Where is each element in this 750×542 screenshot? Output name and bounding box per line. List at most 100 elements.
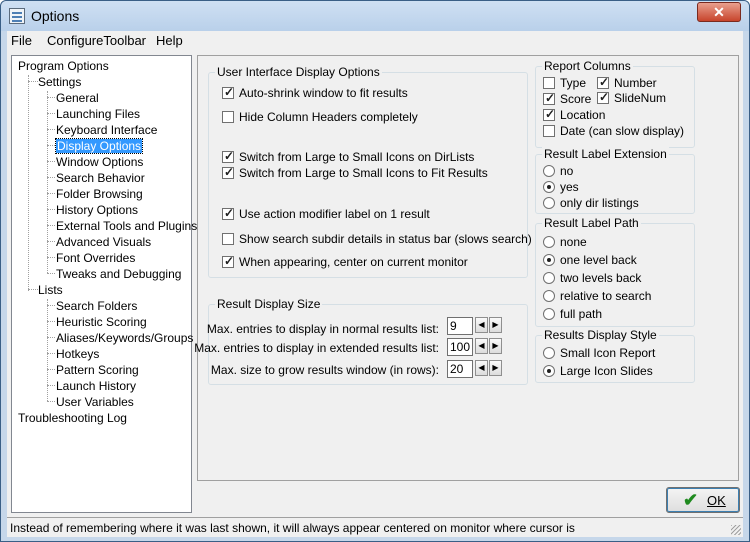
checkbox-box[interactable] bbox=[222, 149, 234, 163]
column-number-checkbox[interactable]: Number bbox=[597, 75, 657, 90]
tree-item-hotkeys[interactable]: Hotkeys bbox=[56, 347, 99, 361]
checkbox-label: Auto-shrink window to fit results bbox=[239, 86, 408, 100]
radio-button[interactable] bbox=[543, 347, 555, 359]
path-relative-radio[interactable]: relative to search bbox=[543, 289, 651, 303]
tree-item-keyboard-interface[interactable]: Keyboard Interface bbox=[56, 123, 157, 137]
ok-button-label: OK bbox=[707, 493, 726, 508]
extension-no-radio[interactable]: no bbox=[543, 164, 573, 178]
tree-item-settings[interactable]: Settings bbox=[38, 75, 81, 89]
checkbox-box[interactable] bbox=[597, 90, 609, 104]
results-display-style-group: Results Display Style Small Icon Report … bbox=[535, 328, 695, 383]
checkbox-box[interactable] bbox=[222, 254, 234, 268]
path-full-radio[interactable]: full path bbox=[543, 307, 602, 321]
path-none-radio[interactable]: none bbox=[543, 235, 587, 249]
column-date-checkbox[interactable]: Date (can slow display) bbox=[543, 124, 684, 138]
radio-button[interactable] bbox=[543, 290, 555, 302]
path-two-levels-radio[interactable]: two levels back bbox=[543, 271, 641, 285]
title-bar[interactable]: Options ✕ bbox=[1, 1, 749, 31]
resize-grip-icon[interactable] bbox=[731, 525, 741, 535]
client-area: Program Options Settings General Launchi… bbox=[7, 51, 743, 517]
tree-item-search-folders[interactable]: Search Folders bbox=[56, 299, 137, 313]
ui-display-options-title: User Interface Display Options bbox=[215, 65, 382, 79]
tree-item-launch-history[interactable]: Launch History bbox=[56, 379, 136, 393]
radio-button[interactable] bbox=[543, 197, 555, 209]
tree-item-troubleshooting-log[interactable]: Troubleshooting Log bbox=[18, 411, 127, 425]
tree-item-font-overrides[interactable]: Font Overrides bbox=[56, 251, 135, 265]
checkbox-label: SlideNum bbox=[614, 91, 667, 105]
ok-button[interactable]: ✔ OK bbox=[666, 487, 740, 513]
tree-item-lists[interactable]: Lists bbox=[38, 283, 63, 297]
checkbox-box[interactable] bbox=[543, 107, 555, 121]
extended-entries-decrement[interactable]: ◀ bbox=[475, 338, 488, 354]
tree-item-external-tools[interactable]: External Tools and Plugins bbox=[56, 219, 197, 233]
style-small-icon-radio[interactable]: Small Icon Report bbox=[543, 346, 655, 360]
tree-item-display-options[interactable]: Display Options bbox=[54, 138, 144, 154]
style-large-icon-radio[interactable]: Large Icon Slides bbox=[543, 364, 653, 378]
column-type-checkbox[interactable]: Type bbox=[543, 76, 586, 90]
extension-only-dir-radio[interactable]: only dir listings bbox=[543, 196, 639, 210]
menu-help[interactable]: Help bbox=[156, 33, 183, 48]
checkbox-box[interactable] bbox=[597, 75, 609, 89]
tree-item-launching-files[interactable]: Launching Files bbox=[56, 107, 140, 121]
tree-item-window-options[interactable]: Window Options bbox=[56, 155, 143, 169]
auto-shrink-checkbox[interactable]: Auto-shrink window to fit results bbox=[222, 85, 408, 100]
checkbox-label: Type bbox=[560, 76, 587, 90]
radio-label: none bbox=[560, 235, 587, 249]
action-modifier-label-checkbox[interactable]: Use action modifier label on 1 result bbox=[222, 206, 430, 221]
checkbox-box[interactable] bbox=[222, 165, 234, 179]
tree-item-user-variables[interactable]: User Variables bbox=[56, 395, 134, 409]
menu-configure-toolbar[interactable]: ConfigureToolbar bbox=[47, 33, 146, 48]
checkbox-box[interactable] bbox=[222, 85, 234, 99]
checkbox-box[interactable] bbox=[222, 233, 234, 245]
radio-button[interactable] bbox=[543, 365, 555, 377]
normal-entries-field[interactable]: 9 bbox=[447, 317, 473, 335]
radio-button[interactable] bbox=[543, 272, 555, 284]
tree-item-history-options[interactable]: History Options bbox=[56, 203, 138, 217]
tree-item-general[interactable]: General bbox=[56, 91, 99, 105]
window-rows-increment[interactable]: ▶ bbox=[489, 360, 502, 376]
column-location-checkbox[interactable]: Location bbox=[543, 107, 605, 122]
tree-item-search-behavior[interactable]: Search Behavior bbox=[56, 171, 145, 185]
checkbox-box[interactable] bbox=[222, 111, 234, 123]
checkbox-box[interactable] bbox=[543, 91, 555, 105]
normal-entries-decrement[interactable]: ◀ bbox=[475, 317, 488, 333]
tree-item-pattern-scoring[interactable]: Pattern Scoring bbox=[56, 363, 139, 377]
tree-item-heuristic-scoring[interactable]: Heuristic Scoring bbox=[56, 315, 147, 329]
checkmark-icon: ✔ bbox=[683, 490, 699, 510]
extended-entries-increment[interactable]: ▶ bbox=[489, 338, 502, 354]
report-columns-group: Report Columns Type Number Score SlideNu… bbox=[535, 59, 695, 148]
extension-yes-radio[interactable]: yes bbox=[543, 180, 579, 194]
radio-button[interactable] bbox=[543, 181, 555, 193]
close-button[interactable]: ✕ bbox=[697, 2, 741, 22]
normal-entries-increment[interactable]: ▶ bbox=[489, 317, 502, 333]
tree-item-program-options[interactable]: Program Options bbox=[18, 59, 109, 73]
radio-button[interactable] bbox=[543, 308, 555, 320]
result-label-extension-title: Result Label Extension bbox=[542, 147, 669, 161]
checkbox-box[interactable] bbox=[543, 77, 555, 89]
options-tree[interactable]: Program Options Settings General Launchi… bbox=[11, 55, 197, 513]
tree-item-folder-browsing[interactable]: Folder Browsing bbox=[56, 187, 143, 201]
tree-item-aliases-keywords-groups[interactable]: Aliases/Keywords/Groups bbox=[56, 331, 193, 345]
checkbox-box[interactable] bbox=[543, 125, 555, 137]
tree-item-advanced-visuals[interactable]: Advanced Visuals bbox=[56, 235, 151, 249]
column-score-checkbox[interactable]: Score bbox=[543, 91, 591, 106]
checkbox-label: Use action modifier label on 1 result bbox=[239, 207, 430, 221]
result-display-size-title: Result Display Size bbox=[215, 297, 323, 311]
menu-file[interactable]: File bbox=[11, 33, 32, 48]
radio-button[interactable] bbox=[543, 236, 555, 248]
column-slidenum-checkbox[interactable]: SlideNum bbox=[597, 90, 667, 105]
tree-item-tweaks-debugging[interactable]: Tweaks and Debugging bbox=[56, 267, 181, 281]
checkbox-box[interactable] bbox=[222, 206, 234, 220]
small-icons-fit-results-checkbox[interactable]: Switch from Large to Small Icons to Fit … bbox=[222, 165, 488, 180]
path-one-level-radio[interactable]: one level back bbox=[543, 253, 637, 267]
subdir-details-checkbox[interactable]: Show search subdir details in status bar… bbox=[222, 232, 532, 246]
radio-button[interactable] bbox=[543, 254, 555, 266]
extended-entries-field[interactable]: 100 bbox=[447, 338, 473, 356]
menu-bar: File ConfigureToolbar Help bbox=[7, 31, 743, 51]
window-rows-decrement[interactable]: ◀ bbox=[475, 360, 488, 376]
radio-button[interactable] bbox=[543, 165, 555, 177]
window-rows-field[interactable]: 20 bbox=[447, 360, 473, 378]
hide-column-headers-checkbox[interactable]: Hide Column Headers completely bbox=[222, 110, 418, 124]
center-on-monitor-checkbox[interactable]: When appearing, center on current monito… bbox=[222, 254, 468, 269]
small-icons-dirlists-checkbox[interactable]: Switch from Large to Small Icons on DirL… bbox=[222, 149, 474, 164]
